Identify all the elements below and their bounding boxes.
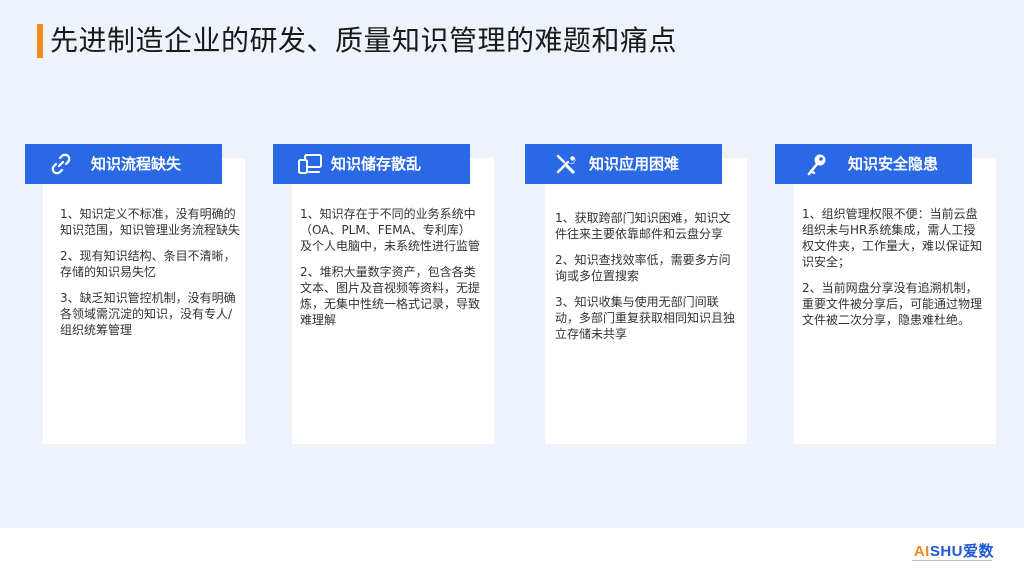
list-item: 2、堆积大量数字资产，包含各类文本、图片及音视频等资料，无提炼，无集中性统一格式… bbox=[300, 265, 481, 327]
title-accent-bar bbox=[37, 24, 43, 58]
list-item: 2、当前网盘分享没有追溯机制，重要文件被分享后，可能通过物理文件被二次分享，隐患… bbox=[802, 281, 983, 327]
list-item: 3、缺乏知识管控机制，没有明确各领域需沉淀的知识，没有专人/组织统筹管理 bbox=[60, 291, 236, 337]
logo-underline bbox=[912, 560, 992, 561]
footer bbox=[0, 528, 1024, 576]
list-item: 3、知识收集与使用无部门间联动，多部门重复获取相同知识且独立存储未共享 bbox=[555, 295, 736, 341]
list-item: 1、获取跨部门知识困难，知识文件往来主要依靠邮件和云盘分享 bbox=[555, 211, 731, 241]
card-text-process: 1、知识定义不标准，没有明确的知识范围，知识管理业务流程缺失 2、现有知识结构、… bbox=[60, 206, 240, 348]
card-text-security: 1、组织管理权限不便：当前云盘组织未与HR系统集成，需人工授权文件夹，工作量大，… bbox=[802, 206, 982, 338]
card-text-storage: 1、知识存在于不同的业务系统中（OA、PLM、FEMA、专利库）及个人电脑中，未… bbox=[300, 206, 480, 338]
card-title: 知识应用困难 bbox=[589, 155, 680, 173]
card-header-process: 知识流程缺失 bbox=[25, 144, 222, 184]
card-header-security: 知识安全隐患 bbox=[775, 144, 972, 184]
list-item: 2、知识查找效率低，需要多方问询或多位置搜索 bbox=[555, 253, 731, 283]
card-header-application: 知识应用困难 bbox=[525, 144, 722, 184]
list-item: 2、现有知识结构、条目不清晰，存储的知识易失忆 bbox=[60, 249, 236, 279]
list-item: 1、知识存在于不同的业务系统中（OA、PLM、FEMA、专利库）及个人电脑中，未… bbox=[300, 207, 481, 253]
page-title: 先进制造企业的研发、质量知识管理的难题和痛点 bbox=[50, 24, 678, 57]
list-item: 1、知识定义不标准，没有明确的知识范围，知识管理业务流程缺失 bbox=[60, 207, 241, 237]
devices-icon bbox=[298, 154, 322, 174]
list-item: 1、组织管理权限不便：当前云盘组织未与HR系统集成，需人工授权文件夹，工作量大，… bbox=[802, 207, 983, 269]
link-icon bbox=[51, 153, 71, 175]
card-title: 知识流程缺失 bbox=[91, 155, 182, 173]
aishu-logo: AISHU爱数 bbox=[913, 543, 994, 560]
card-title: 知识安全隐患 bbox=[848, 155, 939, 173]
card-text-application: 1、获取跨部门知识困难，知识文件往来主要依靠邮件和云盘分享 2、知识查找效率低，… bbox=[555, 210, 735, 352]
card-header-storage: 知识储存散乱 bbox=[273, 144, 470, 184]
tools-icon bbox=[556, 154, 576, 174]
key-icon bbox=[807, 154, 826, 176]
card-title: 知识储存散乱 bbox=[331, 155, 422, 173]
